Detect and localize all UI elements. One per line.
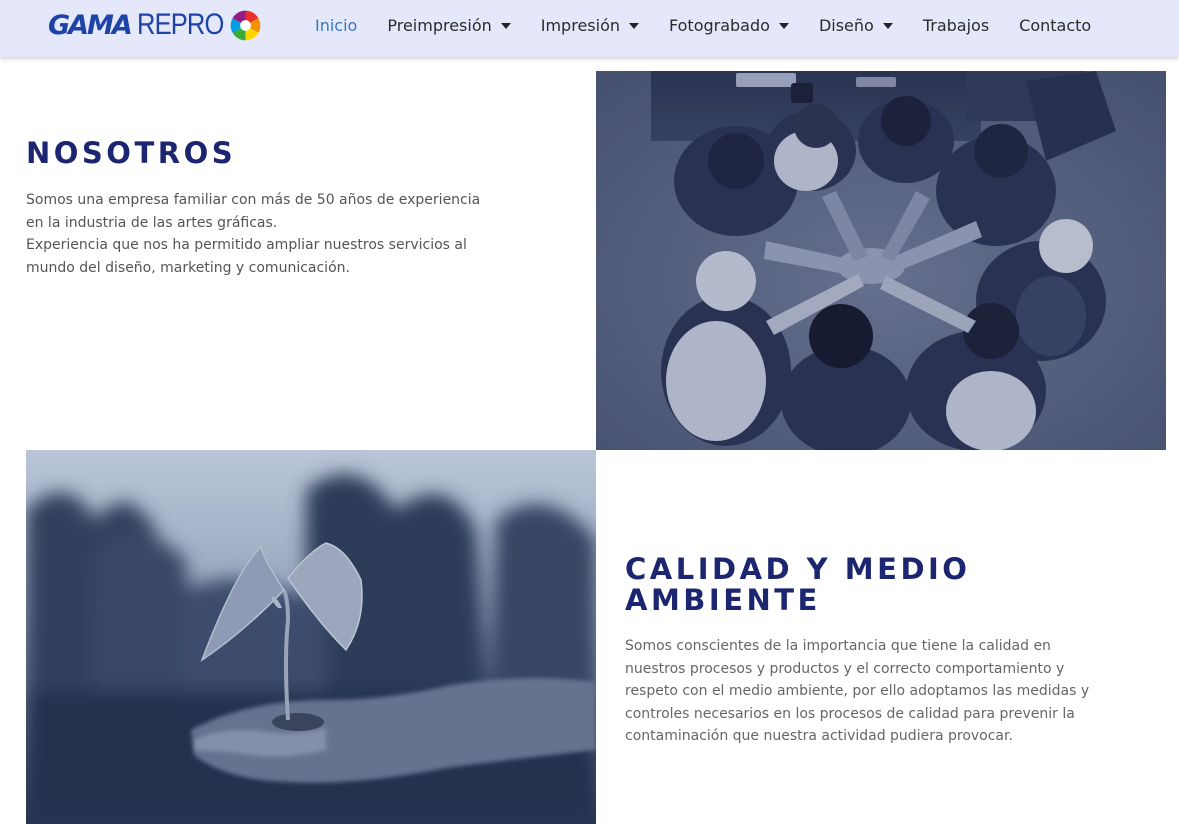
logo-repro-text: REPRO: [136, 8, 224, 41]
nav-impresion[interactable]: Impresión: [526, 0, 654, 50]
nav-contacto[interactable]: Contacto: [1004, 0, 1106, 50]
nav-preimpresion[interactable]: Preimpresión: [372, 0, 525, 50]
nav-inicio[interactable]: Inicio: [300, 0, 372, 50]
nav-diseno[interactable]: Diseño: [804, 0, 908, 50]
about-line: en la industria de las artes gráficas.: [26, 214, 278, 231]
nav-trabajos[interactable]: Trabajos: [908, 0, 1004, 50]
quality-line: controles necesarios en los procesos de …: [625, 705, 1075, 722]
nav-fotograbado-label: Fotograbado: [669, 15, 770, 35]
site-header: GAMA REPRO Inicio Preimpresión Impresión: [0, 0, 1179, 57]
quality-title: CALIDAD Y MEDIO AMBIENTE: [625, 554, 970, 616]
main-nav: Inicio Preimpresión Impresión Fotograbad…: [300, 0, 1106, 50]
quality-line: nuestros procesos y productos y el corre…: [625, 660, 1065, 677]
nav-preimpresion-label: Preimpresión: [387, 15, 492, 35]
quality-line: respeto con el medio ambiente, por ello …: [625, 683, 1090, 699]
color-wheel-icon: [230, 10, 260, 40]
quality-text: Somos conscientes de la importancia que …: [625, 635, 1165, 748]
nav-trabajos-label: Trabajos: [922, 15, 990, 35]
quality-title-line1: CALIDAD Y MEDIO: [625, 552, 971, 586]
nav-contacto-label: Contacto: [1019, 15, 1092, 35]
nav-diseno-label: Diseño: [818, 15, 874, 35]
quality-title-line2: AMBIENTE: [625, 583, 821, 617]
logo-gama-text: GAMA: [48, 9, 133, 41]
caret-down-icon: [778, 23, 789, 29]
logo[interactable]: GAMA REPRO: [48, 8, 262, 42]
nav-inicio-label: Inicio: [315, 15, 358, 35]
about-text: Somos una empresa familiar con más de 50…: [26, 189, 546, 279]
caret-down-icon: [629, 23, 639, 29]
about-line: mundo del diseño, marketing y comunicaci…: [26, 259, 350, 276]
caret-down-icon: [882, 23, 893, 29]
team-photo: [596, 71, 1166, 450]
about-line: Somos una empresa familiar con más de 50…: [26, 192, 481, 208]
about-line: Experiencia que nos ha permitido ampliar…: [26, 237, 467, 253]
quality-line: contaminación que nuestra actividad pudi…: [625, 728, 1013, 744]
nav-impresion-label: Impresión: [540, 15, 620, 35]
about-title: NOSOTROS: [26, 136, 237, 170]
plant-photo: [26, 450, 596, 824]
caret-down-icon: [500, 23, 511, 29]
quality-line: Somos conscientes de la importancia que …: [625, 638, 1051, 654]
nav-fotograbado[interactable]: Fotograbado: [654, 0, 804, 50]
